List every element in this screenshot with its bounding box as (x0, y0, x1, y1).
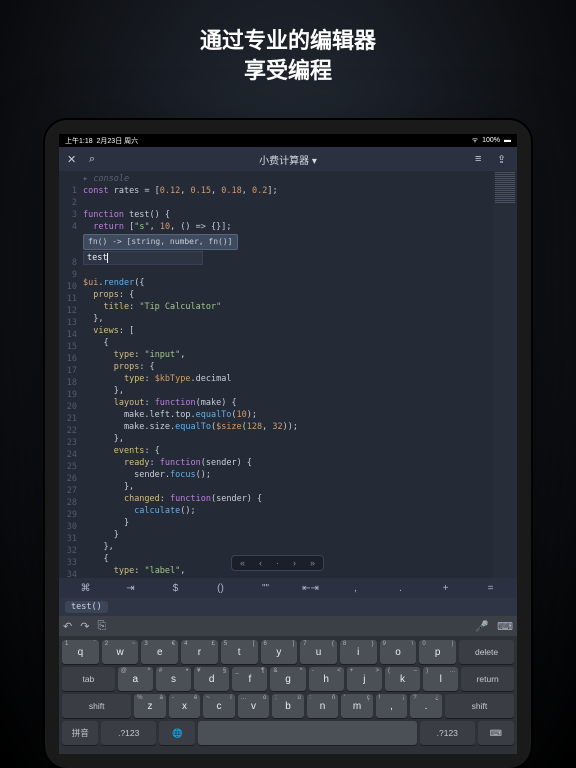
key-numsym-right[interactable]: .?123 (420, 721, 475, 745)
ipad-device-frame: 上午1:18 2月23日 周六 ᯤ 100% ▬ ✕ ⌕ 小费计算器 ▾ ≡ ⇪… (45, 120, 531, 768)
document-title[interactable]: 小费计算器 ▾ (259, 152, 317, 167)
key-numsym-left[interactable]: .?123 (101, 721, 156, 745)
onscreen-keyboard: 1`q2~w3€e4£r5[t6]y7{u8}i9\o0|pdelete tab@… (59, 636, 517, 754)
keyboard-toolbar: ↶ ↷ ⎘ 🎤 ⌨ (59, 616, 517, 636)
autocomplete-bar: test() (59, 598, 517, 616)
key-o[interactable]: 9\o (380, 640, 417, 664)
popup-char[interactable]: » (308, 558, 317, 568)
symbol-key[interactable]: () (198, 583, 243, 594)
symbol-key[interactable]: "" (243, 583, 288, 594)
popup-char[interactable]: « (238, 558, 247, 568)
key-y[interactable]: 6]y (261, 640, 298, 664)
key-globe[interactable]: 🌐 (159, 721, 195, 745)
symbol-key[interactable]: ⇥ (108, 583, 153, 594)
key-j[interactable]: +>j (347, 667, 382, 691)
key-k[interactable]: (–k (385, 667, 420, 691)
share-icon[interactable]: ⇪ (497, 153, 509, 165)
key-s[interactable]: #•s (156, 667, 191, 691)
ipad-screen: 上午1:18 2月23日 周六 ᯤ 100% ▬ ✕ ⌕ 小费计算器 ▾ ≡ ⇪… (59, 134, 517, 754)
battery-percent: 100% (482, 137, 500, 144)
battery-icon: ▬ (504, 137, 511, 144)
mic-button[interactable]: 🎤 (475, 620, 489, 633)
key-v[interactable]: …óv (238, 694, 270, 718)
symbol-key[interactable]: = (468, 583, 513, 594)
key-a[interactable]: @ºa (118, 667, 153, 691)
key-shift-right[interactable]: shift (445, 694, 514, 718)
statusbar-time-date: 上午1:18 2月23日 周六 (65, 136, 138, 146)
key-l[interactable]: )…l (423, 667, 458, 691)
key-g[interactable]: &^g (270, 667, 305, 691)
key-e[interactable]: 3€e (141, 640, 178, 664)
symbol-shortcut-row: ⌘⇥$()""⇤⇥,.+= (59, 578, 517, 598)
autocomplete-suggestion[interactable]: test() (65, 601, 108, 613)
redo-button[interactable]: ↷ (80, 620, 89, 633)
debug-icon[interactable]: ⌕ (89, 153, 101, 165)
key-h[interactable]: -<h (309, 667, 344, 691)
close-icon[interactable]: ✕ (67, 153, 79, 165)
hide-keyboard-button[interactable]: ⌨ (497, 620, 513, 633)
key-delete[interactable]: delete (459, 640, 514, 664)
key-.[interactable]: ?¿. (410, 694, 442, 718)
line-number-gutter: 1234891011121314151617181920212223242526… (59, 171, 81, 578)
symbol-key[interactable]: . (378, 583, 423, 594)
key-pinyin[interactable]: 拼音 (62, 721, 98, 745)
key-w[interactable]: 2~w (102, 640, 139, 664)
wifi-icon: ᯤ (472, 136, 478, 145)
popup-char[interactable]: › (291, 558, 298, 568)
key-n[interactable]: :ñn (307, 694, 339, 718)
key-c[interactable]: ~íc (203, 694, 235, 718)
key-x[interactable]: -éx (169, 694, 201, 718)
key-f[interactable]: _¶f (232, 667, 267, 691)
key-b[interactable]: ;úb (272, 694, 304, 718)
popup-char[interactable]: ‹ (257, 558, 264, 568)
char-picker-popup[interactable]: « ‹ · › » (231, 555, 324, 571)
paste-button[interactable]: ⎘ (97, 620, 106, 633)
promo-headline: 通过专业的编辑器 享受编程 (0, 0, 576, 105)
headline-line2: 享受编程 (0, 56, 576, 86)
key-shift-left[interactable]: shift (62, 694, 131, 718)
key-q[interactable]: 1`q (62, 640, 99, 664)
key-return[interactable]: return (461, 667, 514, 691)
key-,[interactable]: !¡, (376, 694, 408, 718)
key-hide[interactable]: ⌨ (478, 721, 514, 745)
popup-char[interactable]: · (274, 558, 281, 568)
key-z[interactable]: %áz (134, 694, 166, 718)
symbol-key[interactable]: ⇤⇥ (288, 583, 333, 594)
symbol-key[interactable]: , (333, 583, 378, 594)
key-p[interactable]: 0|p (419, 640, 456, 664)
symbol-key[interactable]: + (423, 583, 468, 594)
key-i[interactable]: 8}i (340, 640, 377, 664)
list-icon[interactable]: ≡ (475, 153, 487, 165)
code-editor[interactable]: 1234891011121314151617181920212223242526… (59, 171, 517, 578)
key-t[interactable]: 5[t (221, 640, 258, 664)
symbol-key[interactable]: ⌘ (63, 583, 108, 594)
editor-toolbar: ✕ ⌕ 小费计算器 ▾ ≡ ⇪ (59, 147, 517, 171)
ios-statusbar: 上午1:18 2月23日 周六 ᯤ 100% ▬ (59, 134, 517, 147)
key-tab[interactable]: tab (62, 667, 115, 691)
symbol-key[interactable]: $ (153, 583, 198, 594)
minimap[interactable] (493, 171, 517, 578)
key-r[interactable]: 4£r (181, 640, 218, 664)
key-d[interactable]: ¥§d (194, 667, 229, 691)
statusbar-right: ᯤ 100% ▬ (472, 136, 511, 145)
code-content[interactable]: ▸ console const rates = [0.12, 0.15, 0.1… (81, 171, 517, 578)
key-m[interactable]: 'çm (341, 694, 373, 718)
key-space[interactable] (198, 721, 417, 745)
headline-line1: 通过专业的编辑器 (0, 26, 576, 56)
undo-button[interactable]: ↶ (63, 620, 72, 633)
key-u[interactable]: 7{u (300, 640, 337, 664)
